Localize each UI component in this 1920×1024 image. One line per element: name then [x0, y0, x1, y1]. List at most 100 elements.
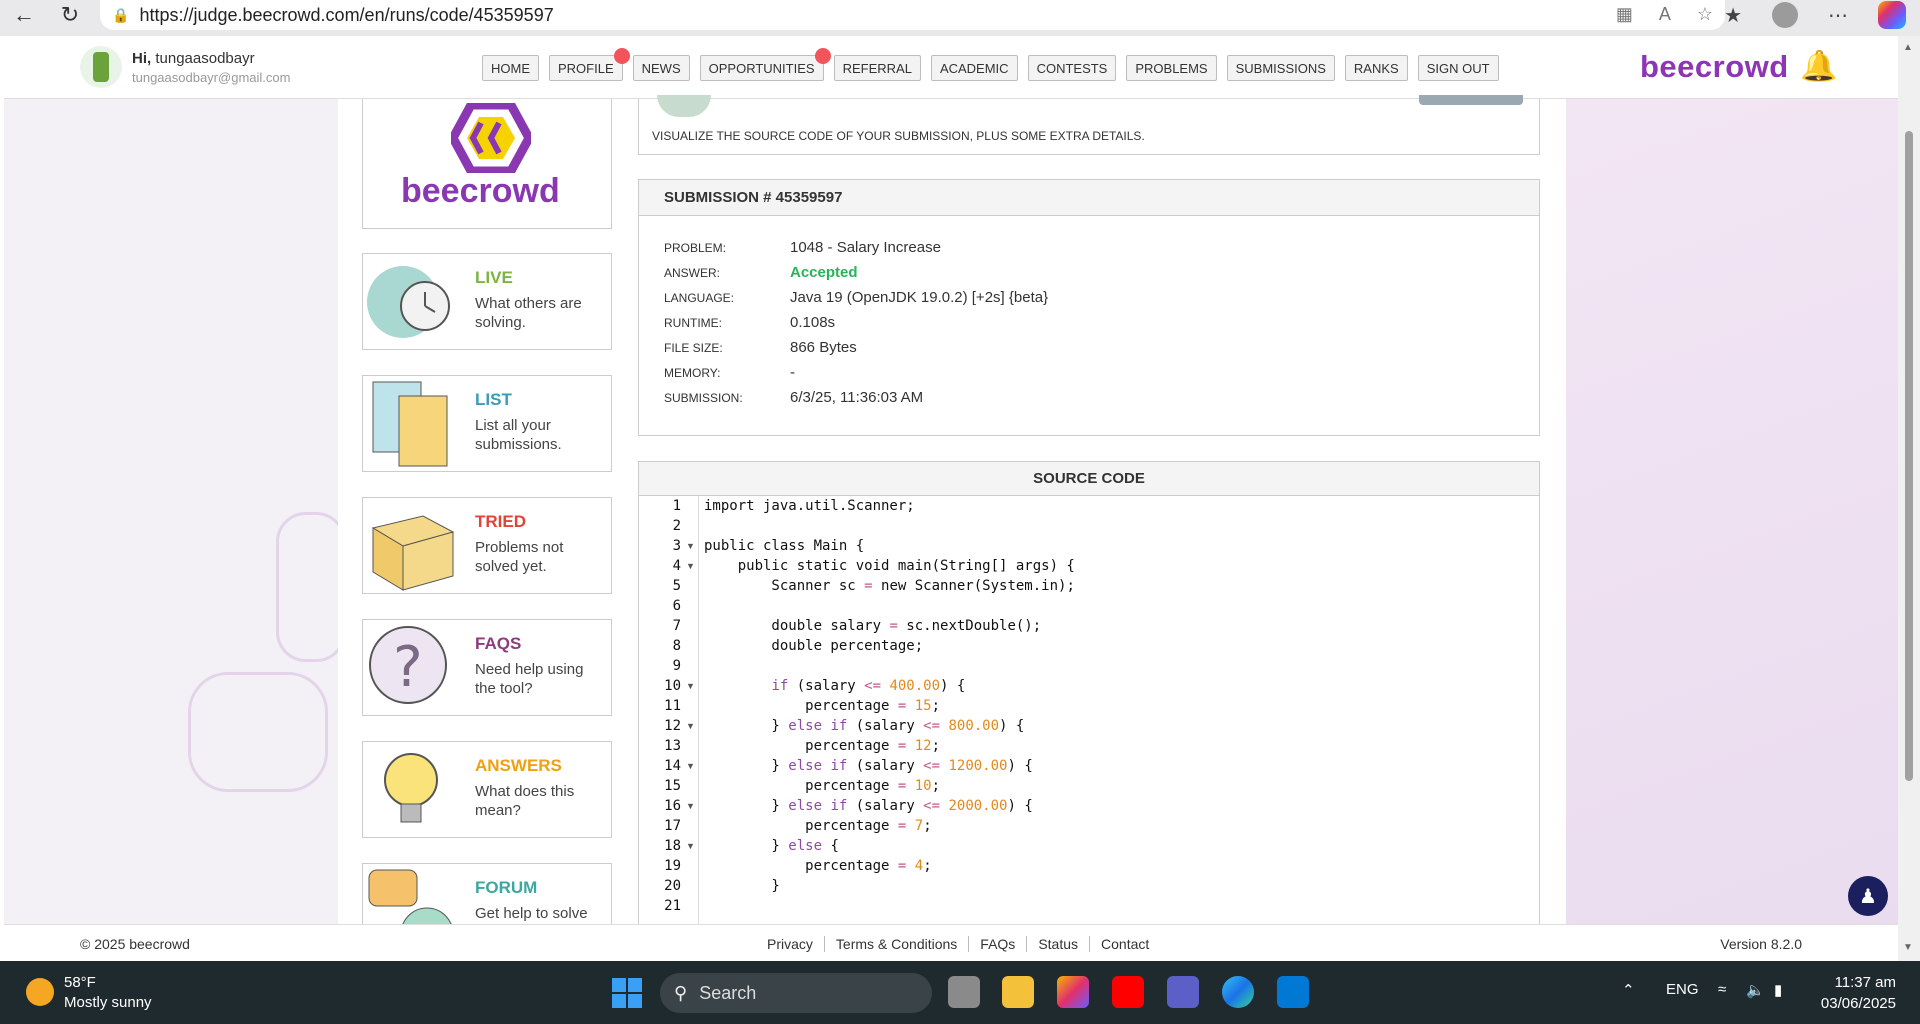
line-number: 12 [664, 718, 681, 734]
line-number: 18 [664, 838, 681, 854]
task-view-icon[interactable] [948, 976, 980, 1008]
taskbar-search[interactable]: ⚲ Search [660, 973, 932, 1013]
detail-label: ANSWER: [664, 266, 721, 280]
page-intro-panel: VISUALIZE THE SOURCE CODE OF YOUR SUBMIS… [638, 95, 1540, 155]
menu-academic[interactable]: ACADEMIC [930, 55, 1018, 81]
fold-toggle-icon[interactable]: ▼ [686, 841, 695, 851]
greeting: Hi, tungaasodbayr [132, 50, 255, 67]
submission-heading: SUBMISSION # 45359597 [639, 180, 1539, 216]
menu-problems[interactable]: PROBLEMS [1126, 55, 1217, 81]
youtube-icon[interactable] [1112, 976, 1144, 1008]
sidebar-card-title: ANSWERS [475, 756, 562, 775]
web-page: Hi, tungaasodbayr tungaasodbayr@gmail.co… [4, 36, 1898, 961]
menu-sign-out[interactable]: SIGN OUT [1417, 55, 1499, 81]
clock-time[interactable]: 11:37 am [1835, 974, 1896, 991]
scroll-down-icon[interactable]: ▼ [1903, 942, 1913, 953]
favorites-icon[interactable]: ★ [1724, 3, 1742, 28]
clock-date[interactable]: 03/06/2025 [1821, 995, 1896, 1012]
copilot-icon[interactable] [1878, 1, 1906, 29]
code-illustration-icon [657, 95, 711, 117]
footer-link-terms[interactable]: Terms & Conditions [825, 936, 970, 952]
menu-profile[interactable]: PROFILE [549, 48, 630, 81]
footer-link-status[interactable]: Status [1027, 936, 1091, 952]
start-icon[interactable] [612, 978, 642, 1008]
fold-toggle-icon[interactable]: ▼ [686, 561, 695, 571]
code-editor[interactable]: 1 import java.util.Scanner; 2 3 ▼ public clas… [639, 496, 1539, 960]
scroll-up-icon[interactable]: ▲ [1903, 42, 1913, 53]
footer-links: Privacy Terms & Conditions FAQs Status C… [756, 936, 1160, 952]
volume-icon[interactable]: 🔈 [1746, 981, 1765, 999]
site-footer: © 2025 beecrowd Privacy Terms & Conditio… [4, 924, 1898, 961]
code-line: percentage = 10; [704, 778, 941, 794]
fold-toggle-icon[interactable]: ▼ [686, 721, 695, 731]
footer-link-contact[interactable]: Contact [1090, 936, 1160, 952]
profile-icon[interactable] [1772, 2, 1798, 28]
fold-toggle-icon[interactable]: ▼ [686, 761, 695, 771]
lightbulb-icon [384, 753, 438, 823]
scrollbar-thumb[interactable] [1905, 131, 1913, 781]
line-number: 17 [664, 818, 681, 834]
sidebar-card-tried[interactable]: TRIED Problems not solved yet. [362, 497, 612, 594]
menu-submissions[interactable]: SUBMISSIONS [1226, 55, 1335, 81]
refresh-icon[interactable]: ↻ [52, 0, 88, 30]
panel-button[interactable] [1419, 95, 1523, 105]
line-number: 21 [664, 898, 681, 914]
battery-icon[interactable]: ▮ [1774, 981, 1782, 999]
sidebar-card-live[interactable]: LIVE What others are solving. [362, 253, 612, 350]
weather-sun-icon[interactable] [26, 978, 54, 1006]
background-hexagon [188, 672, 328, 792]
code-line: Scanner sc = new Scanner(System.in); [704, 578, 1075, 594]
code-line: } else if (salary <= 1200.00) { [704, 758, 1033, 774]
fold-toggle-icon[interactable]: ▼ [686, 801, 695, 811]
page-scrollbar[interactable]: ▲ ▼ [1898, 36, 1920, 961]
line-number: 19 [664, 858, 681, 874]
menu-news[interactable]: NEWS [632, 55, 690, 81]
sidebar-card-list[interactable]: LIST List all your submissions. [362, 375, 612, 472]
fold-toggle-icon[interactable]: ▼ [686, 541, 695, 551]
menu-home[interactable]: HOME [482, 55, 539, 81]
submission-details: SUBMISSION # 45359597 PROBLEM: 1048 - Sa… [638, 179, 1540, 436]
input-language[interactable]: ENG [1666, 981, 1699, 998]
globe-clock-icon [367, 266, 450, 338]
read-aloud-icon[interactable]: A [1659, 4, 1671, 25]
footer-link-privacy[interactable]: Privacy [756, 936, 825, 952]
bell-icon[interactable]: 🔔 [1800, 49, 1837, 85]
address-bar[interactable]: 🔒 https://judge.beecrowd.com/en/runs/cod… [100, 0, 1725, 30]
sidebar-card-answers[interactable]: ANSWERS What does this mean? [362, 741, 612, 838]
app-icon[interactable]: ▦ [1616, 4, 1633, 25]
accessibility-icon[interactable]: ♟ [1848, 876, 1888, 916]
file-explorer-icon[interactable] [1002, 976, 1034, 1008]
problem-link[interactable]: 1048 - Salary Increase [790, 239, 941, 256]
copilot-app-icon[interactable] [1057, 976, 1089, 1008]
weather-description[interactable]: Mostly sunny [64, 994, 152, 1011]
box-icon [371, 515, 455, 591]
question-icon: ? [369, 626, 447, 704]
notification-dot [814, 48, 831, 64]
teams-icon[interactable] [1167, 976, 1199, 1008]
main-content: beecrowd LIVE What others are solving. L… [338, 95, 1566, 961]
fold-toggle-icon[interactable]: ▼ [686, 681, 695, 691]
edge-icon[interactable] [1222, 976, 1254, 1008]
favorite-icon[interactable]: ☆ [1697, 4, 1713, 25]
code-line: double percentage; [704, 638, 924, 654]
brand-logo[interactable]: beecrowd [1640, 49, 1789, 85]
logo-card[interactable]: beecrowd [362, 99, 612, 229]
menu-referral[interactable]: REFERRAL [833, 55, 921, 81]
menu-ranks[interactable]: RANKS [1344, 55, 1408, 81]
detail-label: RUNTIME: [664, 316, 722, 330]
more-icon[interactable]: ⋯ [1828, 3, 1848, 28]
back-icon[interactable]: ← [6, 0, 42, 30]
wifi-icon[interactable]: ≈ [1718, 981, 1726, 998]
sidebar-card-faqs[interactable]: ? FAQS Need help using the tool? [362, 619, 612, 716]
tray-chevron-icon[interactable]: ⌃ [1622, 981, 1635, 999]
footer-link-faqs[interactable]: FAQs [969, 936, 1028, 952]
line-number: 14 [664, 758, 681, 774]
line-number: 6 [672, 598, 681, 614]
weather-temperature[interactable]: 58°F [64, 974, 96, 991]
vscode-icon[interactable] [1277, 976, 1309, 1008]
beecrowd-logo-icon [451, 103, 531, 173]
menu-opportunities[interactable]: OPPORTUNITIES [699, 48, 831, 81]
user-avatar[interactable] [80, 46, 122, 88]
source-code-panel: SOURCE CODE 1 import java.util.Scanner; 2 3… [638, 461, 1540, 961]
menu-contests[interactable]: CONTESTS [1027, 55, 1117, 81]
